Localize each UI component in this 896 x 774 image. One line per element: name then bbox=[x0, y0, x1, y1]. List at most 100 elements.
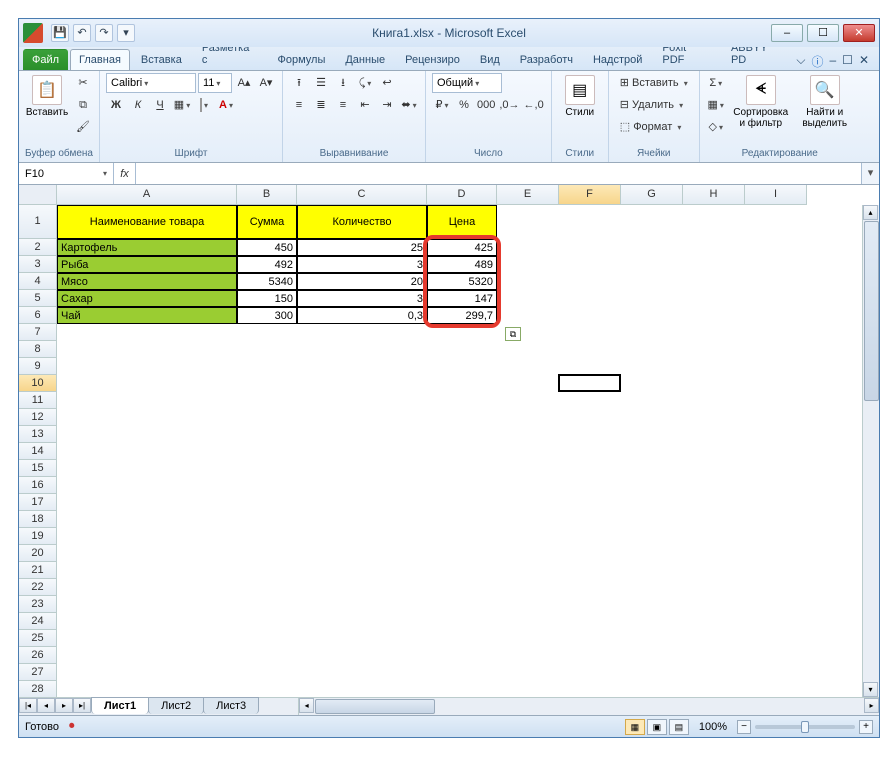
number-format-combo[interactable]: Общий▾ bbox=[432, 73, 502, 93]
sort-filter-button[interactable]: ᗛ Сортировка и фильтр bbox=[730, 73, 792, 131]
col-header-E[interactable]: E bbox=[497, 185, 559, 205]
cell-B1[interactable]: Сумма bbox=[237, 205, 297, 239]
row-header-3[interactable]: 3 bbox=[19, 256, 57, 273]
zoom-thumb[interactable] bbox=[801, 721, 809, 733]
row-header-13[interactable]: 13 bbox=[19, 426, 57, 443]
row-header-17[interactable]: 17 bbox=[19, 494, 57, 511]
cell-C1[interactable]: Количество bbox=[297, 205, 427, 239]
row-header-19[interactable]: 19 bbox=[19, 528, 57, 545]
dec-decimal-button[interactable]: ←,0 bbox=[523, 95, 545, 115]
scroll-down-button[interactable]: ▾ bbox=[863, 682, 878, 697]
cell-B2[interactable]: 450 bbox=[237, 239, 297, 256]
worksheet-grid[interactable]: ABCDEFGHI 123456789101112131415161718192… bbox=[19, 185, 879, 697]
doc-max-icon[interactable]: ☐ bbox=[842, 53, 853, 70]
row-header-8[interactable]: 8 bbox=[19, 341, 57, 358]
cell-B4[interactable]: 5340 bbox=[237, 273, 297, 290]
row-header-2[interactable]: 2 bbox=[19, 239, 57, 256]
zoom-out-button[interactable]: − bbox=[737, 720, 751, 734]
row-header-27[interactable]: 27 bbox=[19, 664, 57, 681]
cell-B3[interactable]: 492 bbox=[237, 256, 297, 273]
row-header-20[interactable]: 20 bbox=[19, 545, 57, 562]
font-name-combo[interactable]: Calibri▾ bbox=[106, 73, 196, 93]
copy-button[interactable]: ⧉ bbox=[73, 95, 93, 115]
align-bottom-button[interactable]: ⭳ bbox=[333, 73, 353, 93]
sheet-tab-Лист1[interactable]: Лист1 bbox=[91, 697, 149, 714]
col-header-G[interactable]: G bbox=[621, 185, 683, 205]
cell-C2[interactable]: 25 bbox=[297, 239, 427, 256]
row-header-16[interactable]: 16 bbox=[19, 477, 57, 494]
horizontal-scrollbar[interactable]: ◂ ▸ bbox=[298, 698, 879, 715]
merge-button[interactable]: ⬌▾ bbox=[399, 95, 419, 115]
col-header-C[interactable]: C bbox=[297, 185, 427, 205]
bold-button[interactable]: Ж bbox=[106, 95, 126, 115]
row-header-10[interactable]: 10 bbox=[19, 375, 57, 392]
row-header-15[interactable]: 15 bbox=[19, 460, 57, 477]
formula-input[interactable] bbox=[136, 163, 861, 184]
cell-B5[interactable]: 150 bbox=[237, 290, 297, 307]
cell-styles-button[interactable]: ▤ Стили bbox=[558, 73, 602, 120]
col-header-B[interactable]: B bbox=[237, 185, 297, 205]
formula-bar-expand[interactable]: ▾ bbox=[861, 163, 879, 184]
clear-button[interactable]: ◇▾ bbox=[706, 117, 726, 137]
cell-D5[interactable]: 147 bbox=[427, 290, 497, 307]
help-icon[interactable]: ⓘ bbox=[811, 53, 823, 70]
maximize-button[interactable]: ☐ bbox=[807, 24, 839, 42]
cell-C6[interactable]: 0,3 bbox=[297, 307, 427, 324]
cell-B6[interactable]: 300 bbox=[237, 307, 297, 324]
row-header-21[interactable]: 21 bbox=[19, 562, 57, 579]
tab-вставка[interactable]: Вставка bbox=[132, 49, 191, 70]
inc-decimal-button[interactable]: ,0→ bbox=[498, 95, 520, 115]
cell-D3[interactable]: 489 bbox=[427, 256, 497, 273]
sheet-next-button[interactable]: ▸ bbox=[55, 698, 73, 713]
scroll-up-button[interactable]: ▴ bbox=[863, 205, 878, 220]
row-header-7[interactable]: 7 bbox=[19, 324, 57, 341]
vscroll-thumb[interactable] bbox=[864, 221, 879, 401]
align-middle-button[interactable]: ☰ bbox=[311, 73, 331, 93]
tab-главная[interactable]: Главная bbox=[70, 49, 130, 70]
zoom-slider[interactable] bbox=[755, 725, 855, 729]
sheet-tab-Лист3[interactable]: Лист3 bbox=[203, 697, 259, 714]
view-page-layout-button[interactable]: ▣ bbox=[647, 719, 667, 735]
cell-A4[interactable]: Мясо bbox=[57, 273, 237, 290]
tab-разработч[interactable]: Разработч bbox=[511, 49, 582, 70]
fill-button[interactable]: ▦▾ bbox=[706, 95, 726, 115]
doc-close-icon[interactable]: ✕ bbox=[859, 53, 869, 70]
doc-min-icon[interactable]: – bbox=[829, 53, 836, 70]
fill-color-button[interactable]: ▾ bbox=[194, 95, 214, 115]
minimize-button[interactable]: – bbox=[771, 24, 803, 42]
autosum-button[interactable]: Σ▾ bbox=[706, 73, 726, 93]
row-header-25[interactable]: 25 bbox=[19, 630, 57, 647]
redo-button[interactable]: ↷ bbox=[95, 24, 113, 42]
scroll-left-button[interactable]: ◂ bbox=[299, 698, 314, 713]
col-header-I[interactable]: I bbox=[745, 185, 807, 205]
row-header-11[interactable]: 11 bbox=[19, 392, 57, 409]
cell-C5[interactable]: 3 bbox=[297, 290, 427, 307]
row-header-9[interactable]: 9 bbox=[19, 358, 57, 375]
view-page-break-button[interactable]: ▤ bbox=[669, 719, 689, 735]
sheet-first-button[interactable]: |◂ bbox=[19, 698, 37, 713]
tab-вид[interactable]: Вид bbox=[471, 49, 509, 70]
cell-A5[interactable]: Сахар bbox=[57, 290, 237, 307]
cell-D1[interactable]: Цена bbox=[427, 205, 497, 239]
sheet-prev-button[interactable]: ◂ bbox=[37, 698, 55, 713]
shrink-font-button[interactable]: A▾ bbox=[256, 73, 276, 93]
row-header-23[interactable]: 23 bbox=[19, 596, 57, 613]
tab-file[interactable]: Файл bbox=[23, 49, 68, 70]
col-header-F[interactable]: F bbox=[559, 185, 621, 205]
hscroll-thumb[interactable] bbox=[315, 699, 435, 714]
tab-рецензиро[interactable]: Рецензиро bbox=[396, 49, 469, 70]
sheet-tab-Лист2[interactable]: Лист2 bbox=[148, 697, 204, 714]
font-color-button[interactable]: A▾ bbox=[216, 95, 236, 115]
row-header-5[interactable]: 5 bbox=[19, 290, 57, 307]
orientation-button[interactable]: ⤹▾ bbox=[355, 73, 375, 93]
comma-button[interactable]: 000 bbox=[476, 95, 496, 115]
autofill-options-icon[interactable]: ⧉ bbox=[505, 327, 521, 341]
align-top-button[interactable]: ⭱ bbox=[289, 73, 309, 93]
row-header-28[interactable]: 28 bbox=[19, 681, 57, 697]
cell-D4[interactable]: 5320 bbox=[427, 273, 497, 290]
view-normal-button[interactable]: ▦ bbox=[625, 719, 645, 735]
tab-данные[interactable]: Данные bbox=[336, 49, 394, 70]
font-size-combo[interactable]: 11▾ bbox=[198, 73, 232, 93]
grow-font-button[interactable]: A▴ bbox=[234, 73, 254, 93]
scroll-right-button[interactable]: ▸ bbox=[864, 698, 879, 713]
